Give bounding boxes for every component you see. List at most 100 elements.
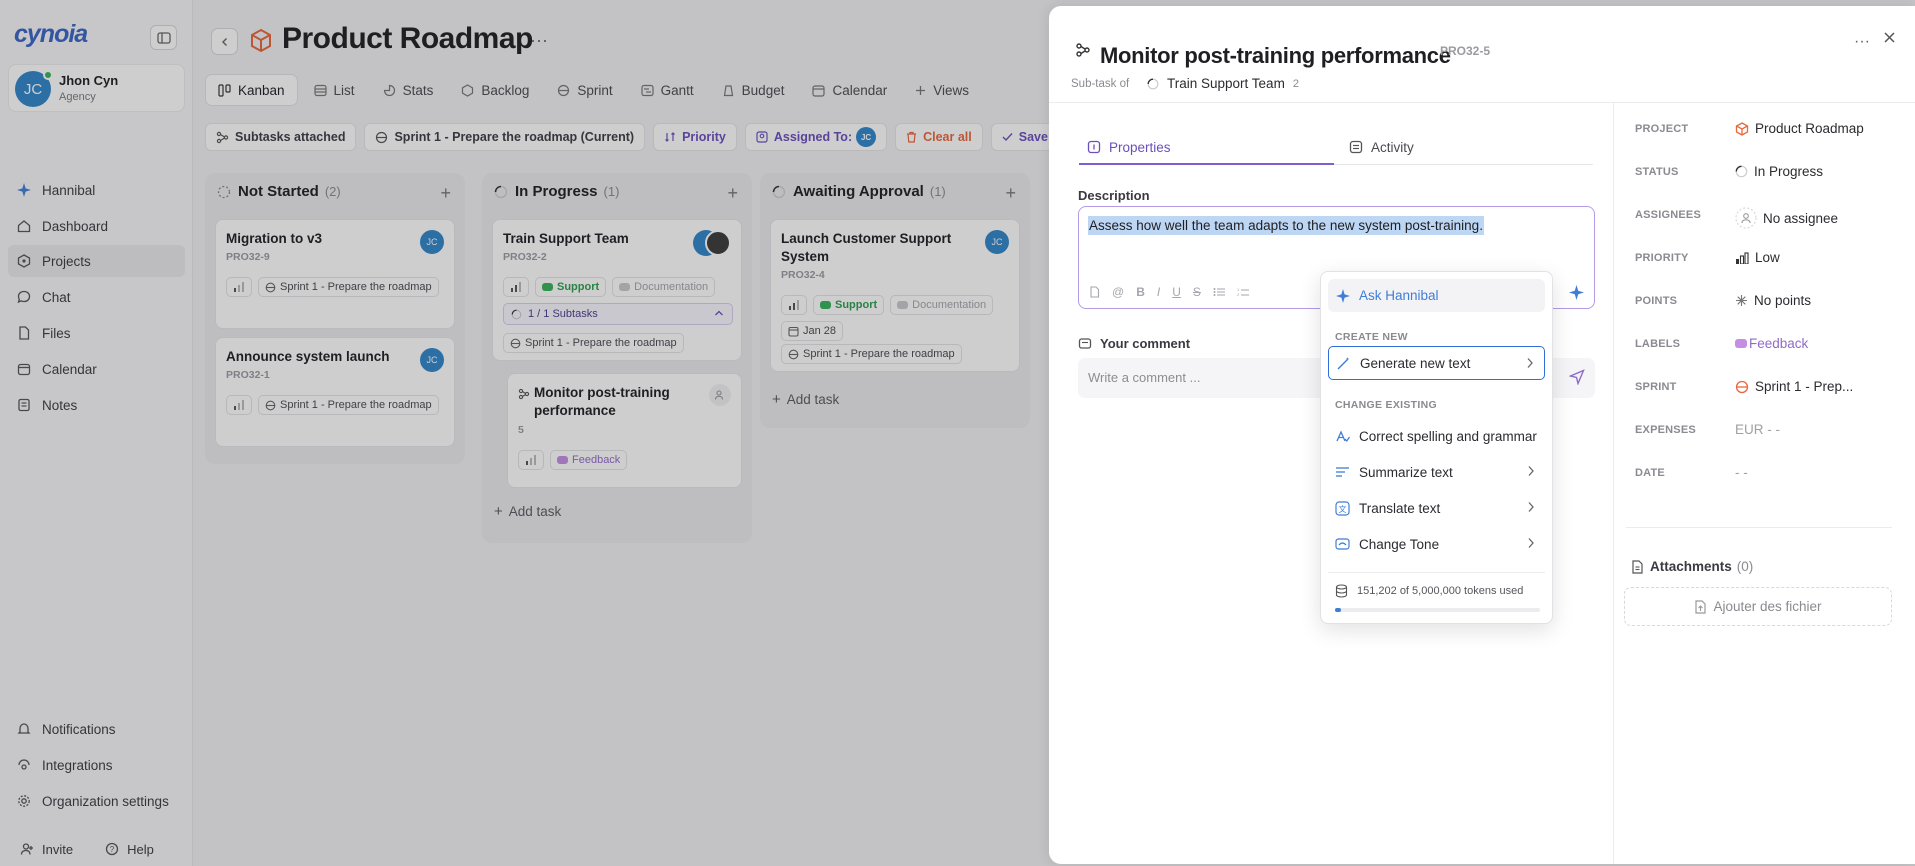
property-value: In Progress <box>1735 164 1823 179</box>
property-value: - - <box>1735 465 1748 480</box>
in-progress-status-icon <box>1735 165 1748 178</box>
chevron-right-icon <box>1526 357 1534 369</box>
correct-spelling-item[interactable]: Correct spelling and grammar <box>1328 419 1545 453</box>
task-title[interactable]: Monitor post-training performance <box>1100 43 1451 69</box>
property-value-text: Product Roadmap <box>1755 121 1864 136</box>
change-tone-item[interactable]: Change Tone <box>1328 527 1545 561</box>
divider <box>1049 102 1915 103</box>
property-value: No points <box>1735 293 1811 308</box>
panel-tabs: Properties Activity <box>1079 130 1593 165</box>
translate-icon: 文 <box>1335 500 1350 516</box>
underline-icon[interactable]: U <box>1172 285 1181 299</box>
property-value-text: In Progress <box>1754 164 1824 179</box>
comment-label-text: Your comment <box>1100 336 1191 351</box>
comment-icon <box>1078 337 1092 351</box>
property-labels[interactable]: LABELS Feedback <box>1635 335 1895 355</box>
property-key: SPRINT <box>1635 381 1677 393</box>
points-icon <box>1735 294 1748 307</box>
token-usage-bar-fill <box>1335 608 1342 612</box>
property-key: PROJECT <box>1635 123 1689 135</box>
chevron-right-icon <box>1527 537 1535 549</box>
svg-text:2: 2 <box>1237 292 1240 297</box>
property-key: DATE <box>1635 467 1665 479</box>
translate-text-item[interactable]: 文 Translate text <box>1328 491 1545 525</box>
property-value-text: Feedback <box>1749 336 1809 351</box>
property-value: Feedback <box>1735 336 1808 351</box>
property-expenses[interactable]: EXPENSES EUR - - <box>1635 421 1895 441</box>
property-value: Product Roadmap <box>1735 121 1864 136</box>
bold-icon[interactable]: B <box>1136 285 1145 299</box>
menu-item-label: Change Tone <box>1359 536 1440 552</box>
generate-new-text-item[interactable]: Generate new text <box>1328 346 1545 380</box>
property-points[interactable]: POINTS No points <box>1635 292 1895 312</box>
active-tab-indicator <box>1079 163 1334 165</box>
tag-icon <box>1735 339 1747 348</box>
change-existing-section-label: CHANGE EXISTING <box>1335 399 1437 411</box>
property-date[interactable]: DATE - - <box>1635 464 1895 484</box>
description-text-selected[interactable]: Assess how well the team adapts to the n… <box>1088 216 1484 235</box>
chevron-right-icon <box>1527 465 1535 477</box>
task-more-button[interactable]: ··· <box>1854 33 1870 51</box>
sprint-icon <box>1735 380 1749 394</box>
property-key: PRIORITY <box>1635 252 1689 264</box>
italic-icon[interactable]: I <box>1157 285 1160 299</box>
property-key: ASSIGNEES <box>1635 209 1701 221</box>
tab-activity[interactable]: Activity <box>1349 130 1414 164</box>
magic-wand-icon <box>1336 356 1351 371</box>
activity-icon <box>1349 140 1363 154</box>
project-cube-icon <box>1735 121 1749 136</box>
chevron-right-icon <box>1527 501 1535 513</box>
property-key: STATUS <box>1635 166 1679 178</box>
svg-text:文: 文 <box>1339 504 1347 514</box>
task-id: PRO32-5 <box>1440 44 1491 58</box>
ai-assistant-menu: Ask Hannibal CREATE NEW Generate new tex… <box>1320 271 1553 624</box>
numbered-list-icon[interactable]: 12 <box>1237 287 1249 297</box>
close-icon <box>1883 31 1896 44</box>
summarize-icon <box>1335 465 1350 480</box>
tone-icon <box>1335 537 1350 552</box>
divider <box>1328 572 1545 573</box>
create-new-section-label: CREATE NEW <box>1335 331 1408 343</box>
add-files-button[interactable]: Ajouter des fichier <box>1624 587 1892 626</box>
file-icon <box>1631 559 1644 574</box>
ai-sparkle-icon[interactable] <box>1569 285 1584 300</box>
parent-task-name: Train Support Team <box>1167 76 1285 91</box>
property-priority[interactable]: PRIORITY Low <box>1635 249 1895 269</box>
property-sprint[interactable]: SPRINT Sprint 1 - Prep... <box>1635 378 1895 398</box>
property-assignees[interactable]: ASSIGNEES No assignee <box>1635 206 1895 229</box>
parent-task-link[interactable]: Train Support Team 2 <box>1147 76 1299 91</box>
attach-file-icon[interactable] <box>1089 286 1100 298</box>
property-status[interactable]: STATUS In Progress <box>1635 163 1895 183</box>
mention-icon[interactable]: @ <box>1112 285 1124 299</box>
property-project[interactable]: PROJECT Product Roadmap <box>1635 120 1895 140</box>
parent-subtask-count: 2 <box>1292 77 1299 90</box>
close-button[interactable] <box>1883 31 1896 44</box>
property-key: POINTS <box>1635 295 1678 307</box>
property-value: No assignee <box>1735 207 1838 229</box>
tab-properties[interactable]: Properties <box>1087 130 1171 164</box>
strikethrough-icon[interactable]: S <box>1193 285 1201 299</box>
property-value-text: No assignee <box>1763 210 1839 226</box>
property-value: Low <box>1735 250 1780 265</box>
property-value-text: Sprint 1 - Prep... <box>1755 379 1854 394</box>
bullet-list-icon[interactable] <box>1213 287 1225 297</box>
comment-label: Your comment <box>1078 336 1190 351</box>
database-icon <box>1335 584 1348 598</box>
property-value-text: Low <box>1755 250 1780 265</box>
ask-hannibal-item[interactable]: Ask Hannibal <box>1328 279 1545 312</box>
comment-placeholder: Write a comment ... <box>1088 370 1201 385</box>
add-files-label: Ajouter des fichier <box>1713 599 1822 614</box>
subtask-icon <box>1075 42 1091 58</box>
summarize-text-item[interactable]: Summarize text <box>1328 455 1545 489</box>
menu-item-label: Correct spelling and grammar <box>1359 428 1537 444</box>
property-key: LABELS <box>1635 338 1681 350</box>
in-progress-status-icon <box>1147 78 1159 90</box>
menu-item-label: Summarize text <box>1359 464 1453 480</box>
send-icon[interactable] <box>1569 369 1585 385</box>
property-value: EUR - - <box>1735 422 1780 437</box>
add-user-icon <box>1735 207 1757 229</box>
priority-bars-icon <box>1735 251 1749 264</box>
token-usage-text: 151,202 of 5,000,000 tokens used <box>1357 585 1524 597</box>
attachments-count: (0) <box>1736 559 1754 574</box>
token-usage-bar <box>1335 608 1540 612</box>
